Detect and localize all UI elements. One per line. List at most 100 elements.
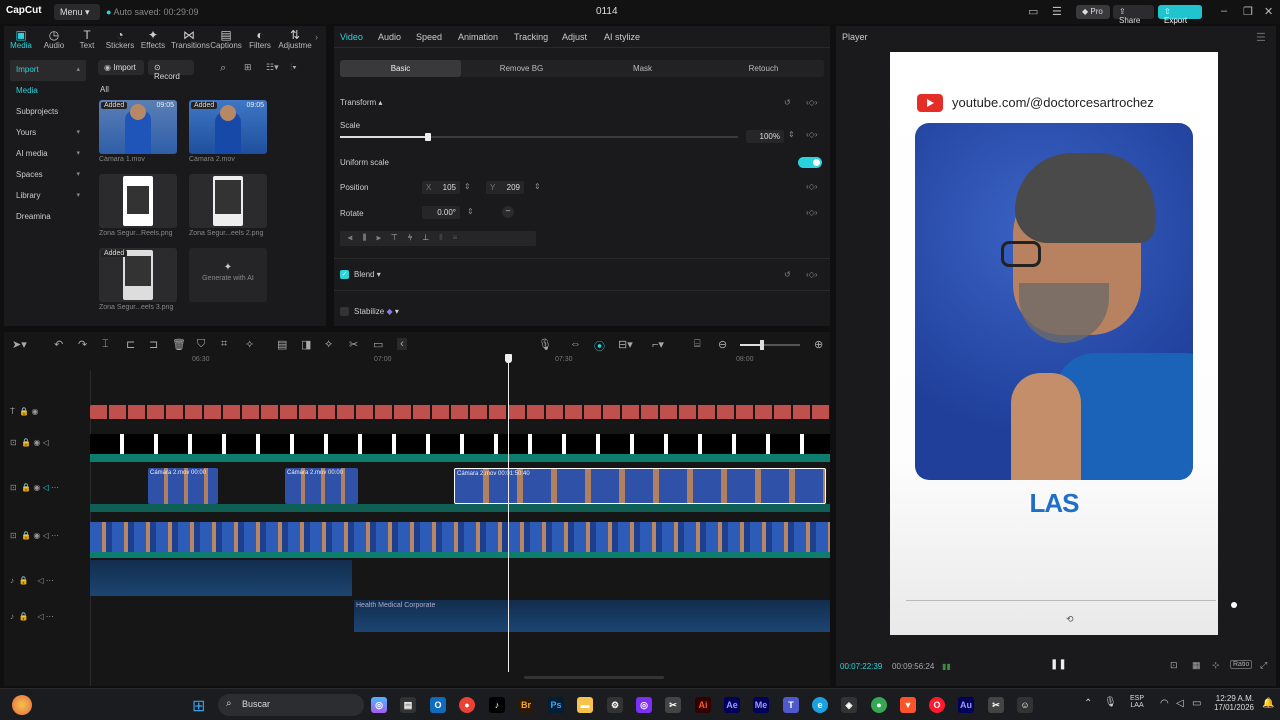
tab-transitions[interactable]: ⋈ Transitions bbox=[171, 28, 210, 50]
sort-icon[interactable]: ☷▾ bbox=[266, 62, 279, 73]
menu-button[interactable]: Menu ▾ bbox=[54, 4, 100, 20]
uniform-scale-toggle[interactable] bbox=[798, 157, 822, 168]
undo-icon[interactable]: ↶ bbox=[54, 338, 63, 351]
tab-speed[interactable]: Speed bbox=[416, 32, 442, 42]
sidebar-item-ai-media[interactable]: AI media ▾ bbox=[10, 144, 86, 165]
align-right-icon[interactable]: ⫸ bbox=[376, 233, 381, 244]
microphone-icon[interactable]: 🎙 bbox=[538, 338, 552, 351]
media-item[interactable]: Zona Segur...eels 2.png bbox=[189, 174, 269, 237]
transform-section[interactable]: Transform ▴ bbox=[340, 98, 382, 107]
chrome-alt-icon[interactable]: ● bbox=[871, 697, 887, 713]
sidebar-item-library[interactable]: Library ▾ bbox=[10, 186, 86, 207]
subtab-remove-bg[interactable]: Remove BG bbox=[461, 60, 582, 77]
position-y-input[interactable]: Y 209 bbox=[486, 181, 524, 194]
keyframe-icon[interactable]: ‹◇› bbox=[806, 98, 817, 107]
lock-icon[interactable]: 🔒 bbox=[21, 438, 31, 447]
auto-cut-icon[interactable]: ✂ bbox=[349, 338, 358, 351]
sidebar-item-subprojects[interactable]: Subprojects bbox=[10, 102, 86, 123]
freeze-icon[interactable]: ▤ bbox=[277, 338, 287, 351]
file-explorer-icon[interactable]: ▬ bbox=[577, 697, 593, 713]
volume-icon[interactable]: ◁ bbox=[1176, 698, 1184, 709]
stabilize-section[interactable]: Stabilize ◆ ▾ bbox=[354, 307, 399, 316]
mirror-icon[interactable]: ◨ bbox=[301, 338, 311, 351]
record-button[interactable]: ⊙ Record bbox=[148, 60, 194, 81]
microphone-icon[interactable]: 🎙 bbox=[1104, 697, 1117, 708]
close-icon[interactable]: ✕ bbox=[1264, 5, 1273, 18]
bridge-icon[interactable]: Br bbox=[518, 697, 534, 713]
zoom-slider[interactable] bbox=[740, 340, 800, 350]
chevron-up-icon[interactable]: ⌃ bbox=[1084, 698, 1092, 709]
eye-icon[interactable]: ◉ bbox=[33, 531, 40, 540]
snap-icon[interactable]: ⌐▾ bbox=[652, 338, 664, 351]
zoom-in-icon[interactable]: ⊕ bbox=[814, 338, 823, 351]
menu-icon[interactable]: ☰ bbox=[1256, 31, 1266, 44]
tab-audio-props[interactable]: Audio bbox=[378, 32, 401, 42]
redo-icon[interactable]: ↷ bbox=[78, 338, 87, 351]
audio-clip[interactable]: Health Medical Corporate bbox=[354, 600, 830, 632]
more-icon[interactable]: ⋯ bbox=[51, 531, 59, 540]
audition-icon[interactable]: Au bbox=[958, 697, 974, 713]
eye-icon[interactable]: ◉ bbox=[33, 483, 40, 492]
crop-icon[interactable]: ⌗ bbox=[221, 338, 227, 351]
app-icon[interactable]: ◈ bbox=[841, 697, 857, 713]
tab-audio[interactable]: ◷ Audio bbox=[38, 28, 70, 50]
rotate-handle-icon[interactable]: ⟲ bbox=[1066, 614, 1076, 624]
illustrator-icon[interactable]: Ai bbox=[695, 697, 711, 713]
audio-clip[interactable] bbox=[90, 560, 352, 596]
position-x-input[interactable]: X 105 bbox=[422, 181, 460, 194]
main-video-track[interactable] bbox=[90, 522, 830, 552]
scale-slider-handle[interactable] bbox=[424, 133, 431, 141]
tab-filters[interactable]: ◐ Filters bbox=[244, 28, 276, 50]
align-middle-icon[interactable]: ⫩ bbox=[408, 233, 413, 244]
edge-icon[interactable]: e bbox=[812, 697, 828, 713]
mute-icon[interactable]: ◁ bbox=[37, 576, 43, 585]
search-bar[interactable]: ⌕ Buscar bbox=[218, 694, 364, 716]
tab-video[interactable]: Video bbox=[340, 32, 363, 42]
lock-icon[interactable]: 🔒 bbox=[18, 576, 28, 585]
magnet-icon[interactable]: ⦿ bbox=[594, 338, 605, 354]
fit-icon[interactable]: ⊹ bbox=[1212, 660, 1220, 671]
delete-icon[interactable]: 🗑 bbox=[172, 338, 186, 351]
after-effects-icon[interactable]: Ae bbox=[724, 697, 740, 713]
resize-handle[interactable] bbox=[1231, 602, 1237, 608]
lock-icon[interactable]: 🔒 bbox=[21, 531, 31, 540]
media-item[interactable]: Added Zona Segur...eels 3.png bbox=[99, 248, 179, 311]
keyframe-icon[interactable]: ‹◇› bbox=[806, 182, 817, 191]
blend-checkbox[interactable]: ✓ bbox=[340, 270, 349, 279]
more-icon[interactable]: ⋯ bbox=[46, 612, 54, 621]
distribute-h-icon[interactable]: ⫴ bbox=[439, 233, 442, 244]
media-item[interactable]: Added 09:05 Cámara 1.mov bbox=[99, 100, 179, 163]
stepper-icon[interactable]: ⇕ bbox=[788, 130, 795, 139]
brave-icon[interactable]: ▼ bbox=[900, 697, 916, 713]
pro-button[interactable]: ◆ Pro bbox=[1076, 5, 1110, 19]
split-left-icon[interactable]: ⊏ bbox=[126, 338, 135, 351]
select-tool-icon[interactable]: ➤▾ bbox=[12, 338, 27, 351]
preview-axis-icon[interactable]: ⊟▾ bbox=[618, 338, 633, 351]
outlook-icon[interactable]: O bbox=[430, 697, 446, 713]
align-left-icon[interactable]: ⫷ bbox=[348, 233, 353, 244]
share-button[interactable]: ⇪ Share bbox=[1113, 5, 1154, 25]
ai-magic-icon[interactable]: ✧ bbox=[245, 338, 254, 351]
grid-view-icon[interactable]: ⊞ bbox=[244, 62, 252, 73]
chrome-icon[interactable]: ● bbox=[459, 697, 475, 713]
widgets-icon[interactable] bbox=[12, 695, 32, 715]
zoom-handle[interactable] bbox=[760, 340, 764, 350]
sidebar-item-dreamina[interactable]: Dreamina bbox=[10, 207, 86, 228]
scene-icon[interactable]: ⊡ bbox=[1170, 660, 1178, 671]
lock-icon[interactable]: 🔒 bbox=[21, 483, 31, 492]
tab-tracking[interactable]: Tracking bbox=[514, 32, 548, 42]
subtitle-icon[interactable]: ▭ bbox=[373, 338, 383, 351]
opera-icon[interactable]: O bbox=[929, 697, 945, 713]
more-icon[interactable]: ⋯ bbox=[51, 483, 59, 492]
preview-canvas[interactable]: youtube.com/@doctorcesartrochez LAS bbox=[890, 52, 1218, 635]
subtab-retouch[interactable]: Retouch bbox=[703, 60, 824, 77]
ratio-button[interactable]: Ratio bbox=[1230, 660, 1253, 669]
audio-on-icon[interactable]: ◁ bbox=[43, 483, 49, 492]
pause-button[interactable]: ❚❚ bbox=[1050, 659, 1067, 670]
align-center-icon[interactable]: ⫼ bbox=[363, 233, 367, 244]
tab-adjustment[interactable]: ⇅ Adjustme bbox=[278, 28, 312, 50]
export-button[interactable]: ⇧ Export bbox=[1158, 5, 1202, 25]
sidebar-item-import[interactable]: Import ▴ bbox=[10, 60, 86, 81]
quality-icon[interactable]: ▦ bbox=[1192, 660, 1201, 671]
chevron-right-icon[interactable]: › bbox=[315, 32, 318, 42]
